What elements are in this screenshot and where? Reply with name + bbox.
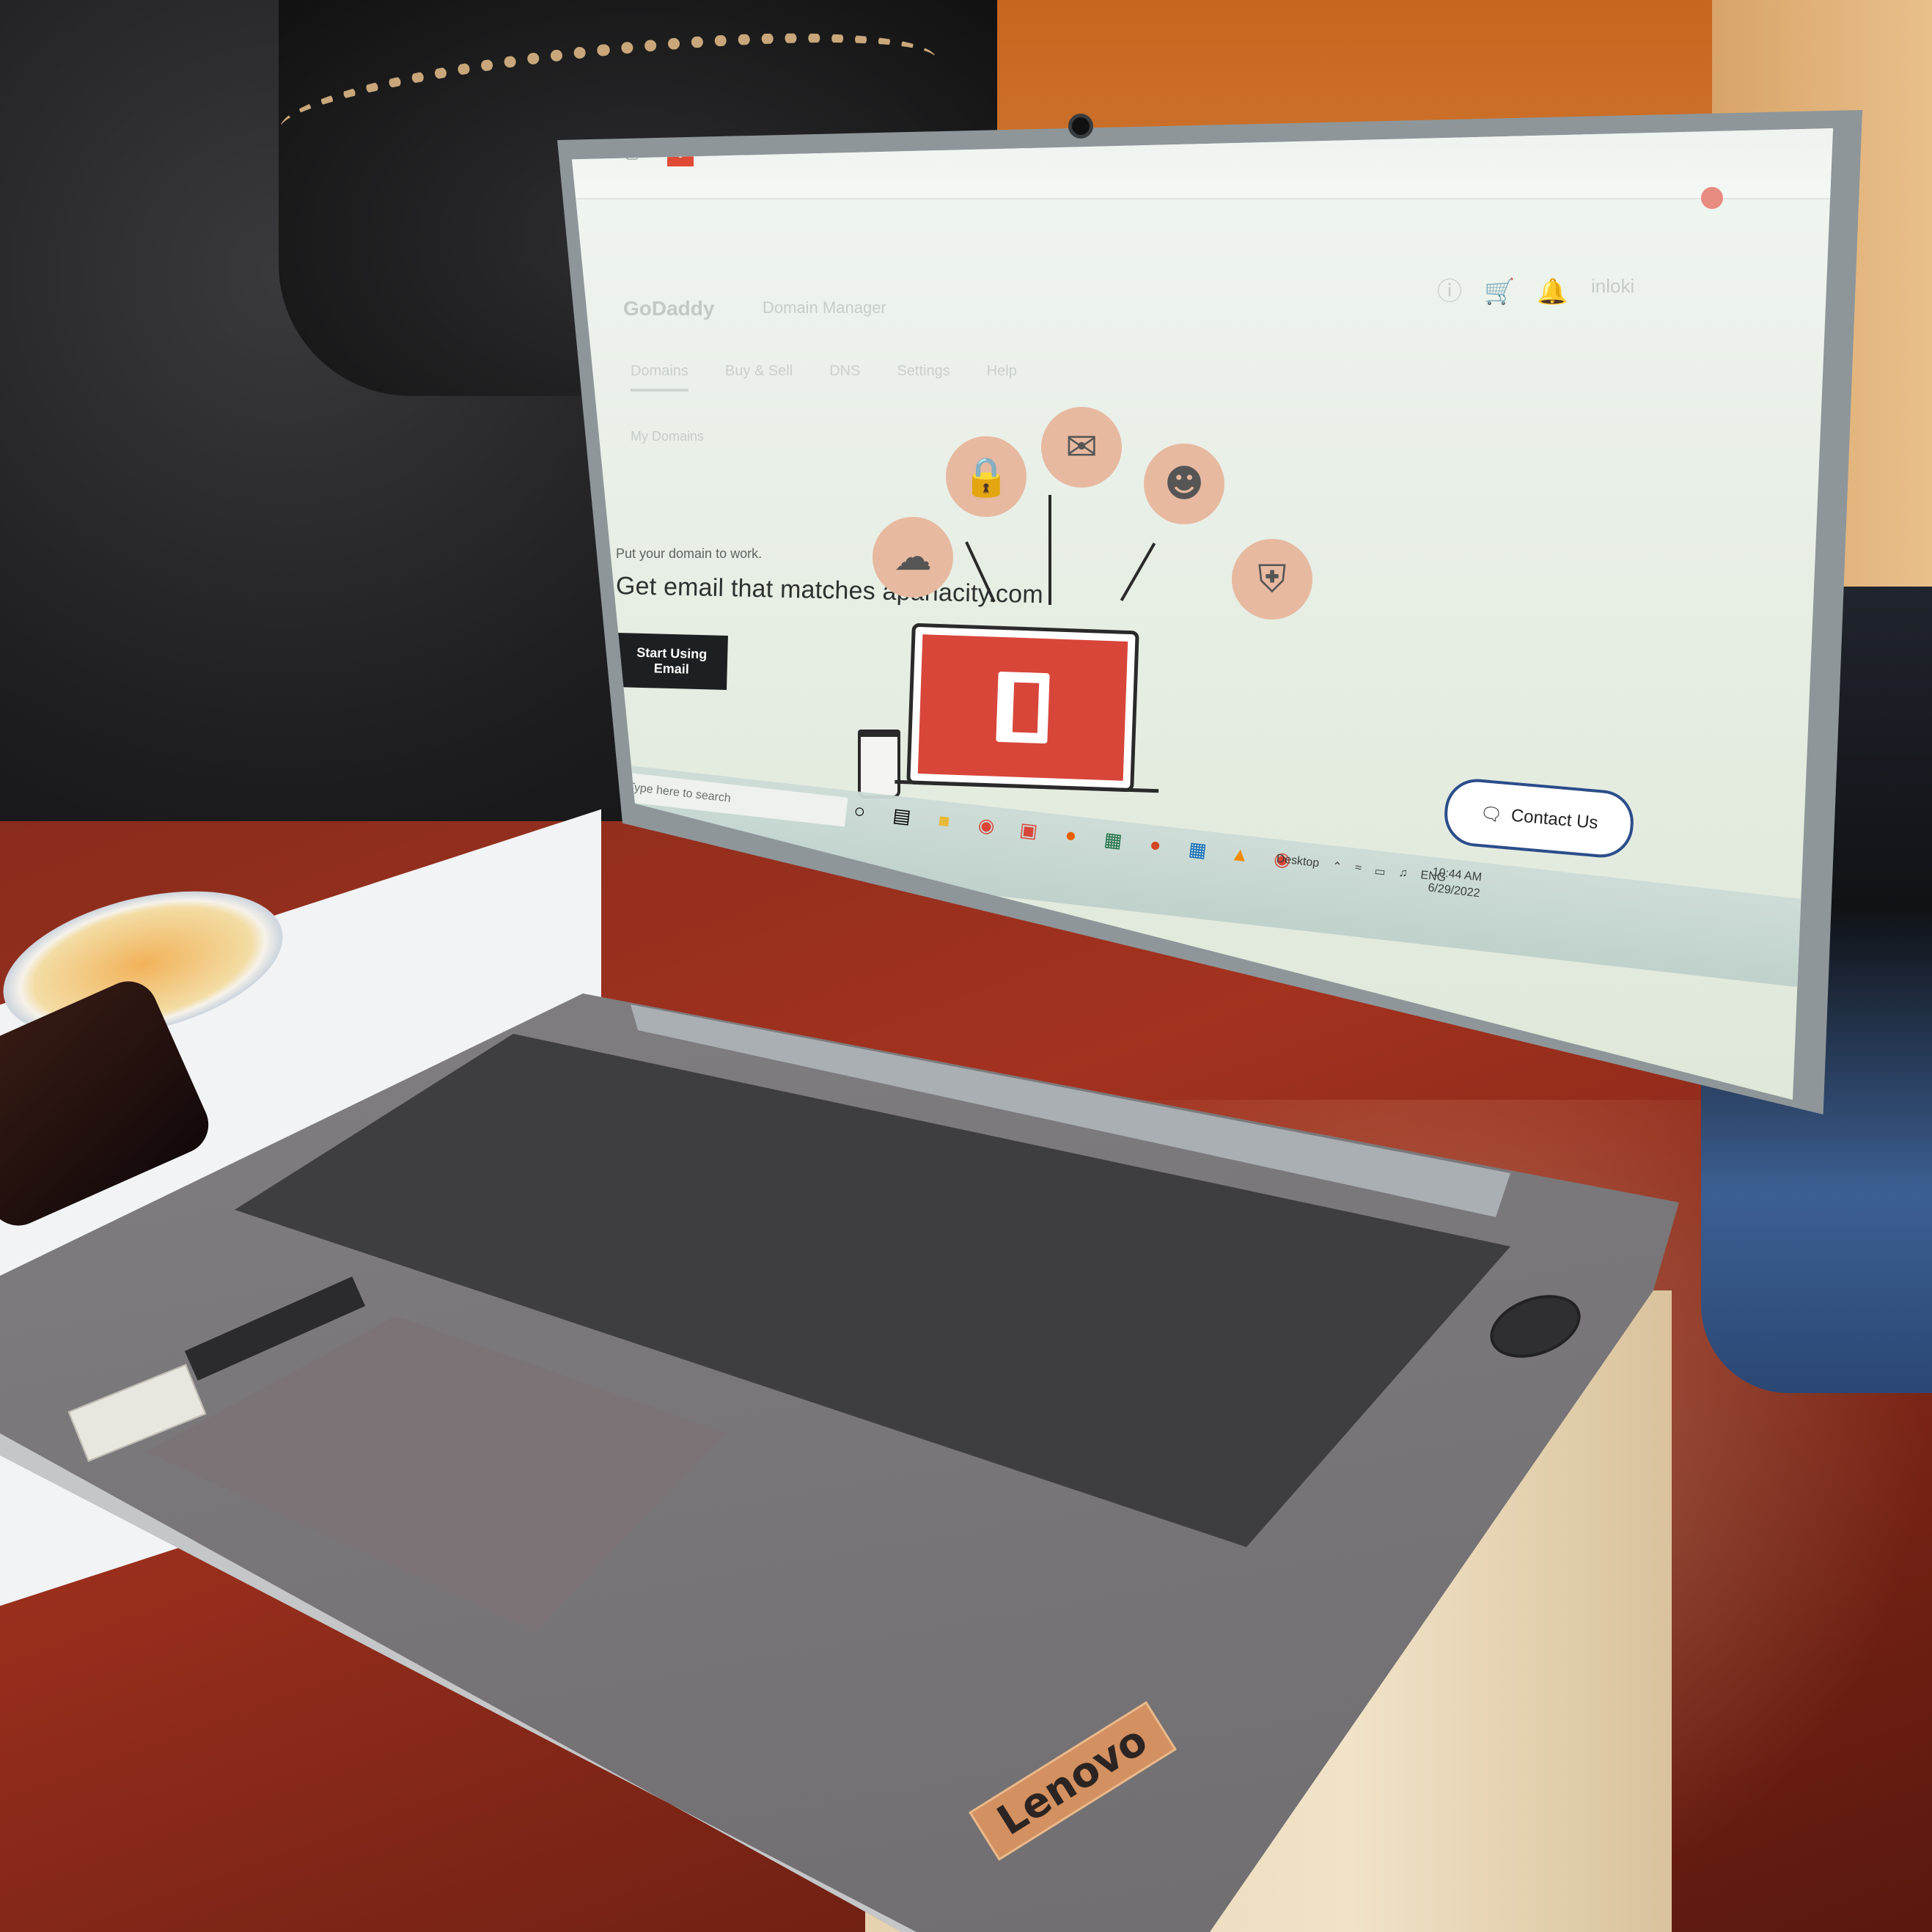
bell-icon[interactable]: 🔔 [1537,278,1590,306]
pinned-apps: ○ ▤ ■ ◉ ▣ ● ▦ ● ▦ ▲ ◉ [845,796,1297,874]
firefox-icon[interactable]: ● [1057,820,1086,850]
header-icons[interactable]: ⓘ🛒🔔 [1437,271,1590,307]
vlc-icon[interactable]: ▲ [1225,840,1255,869]
office-icon[interactable]: ▣ [1014,815,1043,845]
outlook-icon[interactable]: ▦ [1183,834,1213,864]
promo-eyebrow: Put your domain to work. [616,546,763,561]
system-tray: Desktop ⌃ ≈ ▭ ♫ ENG [1275,853,1447,886]
nav-help[interactable]: Help [987,363,1017,392]
shield-icon: ⛨ [1232,539,1312,620]
contact-us-button[interactable]: 🗨 Contact Us [1441,776,1637,861]
battery-icon[interactable]: ▭ [1373,864,1386,880]
cart-icon[interactable]: 🛒 [1484,278,1537,306]
cloud-icon: ☁ [873,517,953,598]
help-icon[interactable]: ⓘ [1437,278,1484,306]
brand-logo[interactable]: GoDaddy [623,297,714,320]
powerpoint-icon[interactable]: ● [1141,830,1170,859]
illustration-ray [1048,495,1051,605]
nav-dns[interactable]: DNS [829,363,860,392]
task-view-icon[interactable]: ▤ [887,801,917,831]
nav-settings[interactable]: Settings [897,363,950,392]
photo-scene: ☰ •→ ▢ ● GoDaddy Domain Manager ⓘ🛒🔔 inlo… [0,0,1932,1932]
promo-headline: Get email that matches apanacity.com [615,572,1044,609]
taskbar-clock[interactable]: 10:44 AM 6/29/2022 [1427,864,1483,903]
office-logo-icon [996,671,1050,744]
chat-icon: 🗨 [1479,803,1504,826]
section-title: Domain Manager [763,298,886,317]
webcam-icon [1068,114,1093,139]
people-icon: ☻ [1144,444,1224,524]
file-explorer-icon[interactable]: ■ [930,806,959,835]
main-nav: Domains Buy & Sell DNS Settings Help [631,363,1017,392]
nav-domains[interactable]: Domains [631,363,688,392]
user-menu[interactable]: inloki [1591,275,1634,298]
profile-avatar[interactable] [1701,187,1723,209]
volume-icon[interactable]: ♫ [1397,867,1408,882]
office-screen [917,634,1128,781]
chrome-icon[interactable]: ◉ [971,811,1001,840]
mail-icon: ✉ [1041,407,1122,488]
nav-buy-sell[interactable]: Buy & Sell [725,363,793,392]
excel-icon[interactable]: ▦ [1098,825,1128,854]
lock-icon: 🔒 [946,436,1026,517]
chevron-up-icon[interactable]: ⌃ [1332,859,1343,874]
start-using-email-button[interactable]: Start Using Email [615,633,728,690]
contact-label: Contact Us [1510,805,1599,833]
wifi-icon[interactable]: ≈ [1354,862,1362,877]
cortana-icon[interactable]: ○ [845,796,875,826]
illustration-ray [1120,543,1156,601]
office-laptop-illustration [906,622,1139,793]
breadcrumb[interactable]: My Domains [631,429,704,444]
